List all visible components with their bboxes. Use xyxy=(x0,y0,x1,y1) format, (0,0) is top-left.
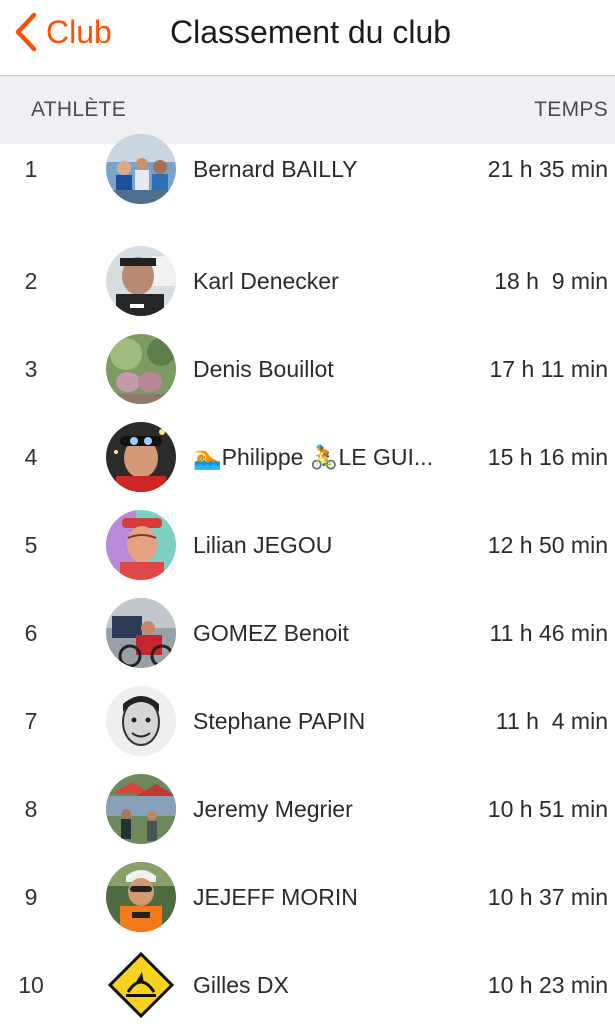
athlete-time: 11 h 46 min xyxy=(489,620,608,646)
rank: 2 xyxy=(24,268,38,294)
rank: 3 xyxy=(24,356,38,382)
athlete-name[interactable]: Bernard BAILLY xyxy=(193,144,358,194)
athlete-name[interactable]: Gilles DX xyxy=(193,960,289,1010)
rank: 10 xyxy=(18,972,44,998)
navigation-bar: Club Classement du club xyxy=(0,0,615,76)
avatar[interactable] xyxy=(106,134,176,204)
leaderboard-row[interactable]: 5 Lilian JEGOU 12 h 50 min xyxy=(0,496,615,584)
leaderboard-row[interactable]: 2 Karl Denecker 18 h 9 min xyxy=(0,232,615,320)
leaderboard-row[interactable]: 4 🏊Philippe 🚴LE GUI... 15 h 16 min xyxy=(0,408,615,496)
rank: 1 xyxy=(24,156,38,182)
back-button-label: Club xyxy=(46,14,112,50)
athlete-time: 18 h 9 min xyxy=(494,268,608,294)
athlete-name[interactable]: Stephane PAPIN xyxy=(193,696,365,746)
athlete-name[interactable]: Denis Bouillot xyxy=(193,344,334,394)
athlete-time: 21 h 35 min xyxy=(487,156,608,182)
leaderboard-list: 1 Bernard BAILLY 21 h 35 min 2 Karl Dene… xyxy=(0,134,615,1024)
athlete-time: 17 h 11 min xyxy=(489,356,608,382)
athlete-time: 11 h 4 min xyxy=(495,708,608,734)
athlete-time: 10 h 23 min xyxy=(487,972,608,998)
rank: 5 xyxy=(24,532,38,558)
avatar[interactable] xyxy=(106,510,176,580)
column-header: ATHLÈTE TEMPS xyxy=(0,76,615,144)
athlete-name[interactable]: Lilian JEGOU xyxy=(193,520,332,570)
column-header-time: TEMPS xyxy=(534,98,608,121)
avatar[interactable] xyxy=(106,334,176,404)
rank: 9 xyxy=(24,884,38,910)
athlete-name[interactable]: Karl Denecker xyxy=(193,256,339,306)
avatar[interactable] xyxy=(106,862,176,932)
avatar[interactable] xyxy=(106,422,176,492)
leaderboard-row[interactable]: 9 JEJEFF MORIN 10 h 37 min xyxy=(0,848,615,936)
leaderboard-row[interactable]: 6 GOMEZ Benoit 11 h 46 min xyxy=(0,584,615,672)
athlete-name[interactable]: Jeremy Megrier xyxy=(193,784,353,834)
avatar[interactable] xyxy=(106,246,176,316)
page-title: Classement du club xyxy=(170,14,452,50)
leaderboard-row[interactable]: 1 Bernard BAILLY 21 h 35 min xyxy=(0,134,615,232)
athlete-name[interactable]: 🏊Philippe 🚴LE GUI... xyxy=(193,432,433,482)
avatar[interactable] xyxy=(106,686,176,756)
rank: 8 xyxy=(24,796,38,822)
chevron-left-icon xyxy=(15,12,37,52)
athlete-name[interactable]: JEJEFF MORIN xyxy=(193,872,358,922)
leaderboard-row[interactable]: 3 Denis Bouillot 17 h 11 min xyxy=(0,320,615,408)
back-button[interactable]: Club xyxy=(14,10,112,54)
leaderboard-row[interactable]: 8 Jeremy Megrier 10 h 51 min xyxy=(0,760,615,848)
rank: 7 xyxy=(24,708,38,734)
athlete-time: 15 h 16 min xyxy=(487,444,608,470)
leaderboard-row[interactable]: 7 Stephane PAPIN 11 h 4 min xyxy=(0,672,615,760)
avatar[interactable] xyxy=(106,774,176,844)
rank: 6 xyxy=(24,620,38,646)
rank: 4 xyxy=(24,444,38,470)
athlete-time: 10 h 37 min xyxy=(487,884,608,910)
avatar[interactable] xyxy=(106,950,176,1020)
avatar[interactable] xyxy=(106,598,176,668)
athlete-name[interactable]: GOMEZ Benoit xyxy=(193,608,349,658)
athlete-time: 12 h 50 min xyxy=(487,532,608,558)
leaderboard-row[interactable]: 10 Gilles DX 10 h 23 min xyxy=(0,936,615,1024)
column-header-athlete: ATHLÈTE xyxy=(31,98,127,121)
athlete-time: 10 h 51 min xyxy=(487,796,608,822)
